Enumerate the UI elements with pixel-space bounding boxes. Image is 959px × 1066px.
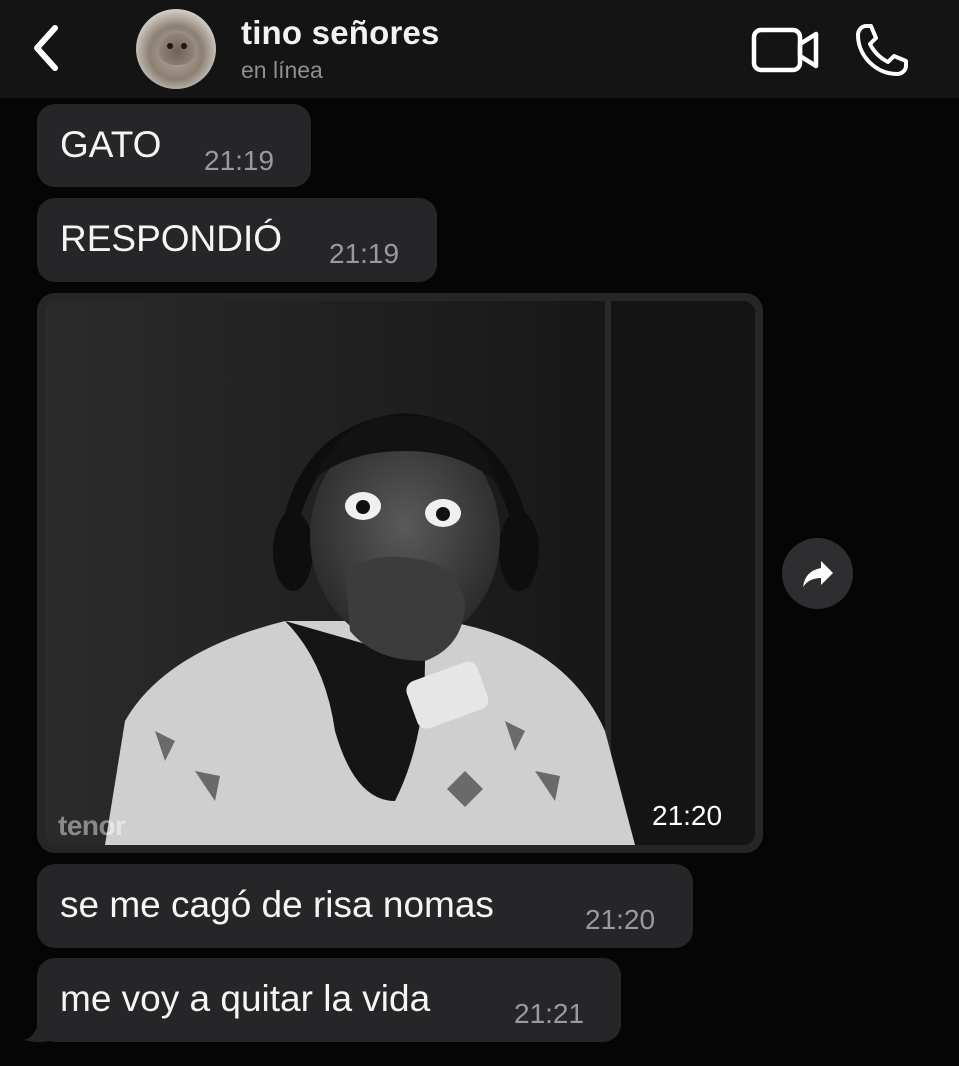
contact-avatar[interactable] [136,9,216,89]
gif-message[interactable] [37,293,763,853]
message-time: 21:20 [585,904,656,935]
contact-name[interactable]: tino señores [241,14,440,52]
message-text: RESPONDIÓ [60,218,283,259]
message-bubble[interactable]: me voy a quitar la vida 21:21 [37,958,621,1042]
message-bubble[interactable]: RESPONDIÓ 21:19 [37,198,437,282]
share-button[interactable] [782,538,853,609]
phone-icon [856,24,908,76]
message-time: 21:21 [514,998,585,1029]
video-camera-icon [751,27,819,73]
message-time: 21:19 [329,238,400,269]
contact-status: en línea [241,57,323,83]
message-text: GATO [60,124,162,165]
chat-header: tino señores en línea [0,0,959,98]
share-arrow-icon [802,560,833,587]
bubble-tail [24,1022,54,1042]
chevron-left-icon [34,25,58,71]
back-button[interactable] [22,18,70,78]
message-text: se me cagó de risa nomas [60,884,494,925]
avatar-hamster-image [158,31,196,65]
message-text: me voy a quitar la vida [60,978,431,1019]
gif-image[interactable] [45,301,755,845]
message-bubble[interactable]: GATO 21:19 [37,104,311,187]
video-call-button[interactable] [750,24,822,76]
voice-call-button[interactable] [852,20,912,80]
gif-picture [45,301,755,845]
chat-screen: tino señores en línea GATO 21:19 RESPOND… [0,0,959,1066]
message-time: 21:19 [204,145,275,176]
message-bubble[interactable]: se me cagó de risa nomas 21:20 [37,864,693,948]
gif-message-time: 21:20 [652,800,723,831]
tenor-watermark: tenor [58,810,126,841]
